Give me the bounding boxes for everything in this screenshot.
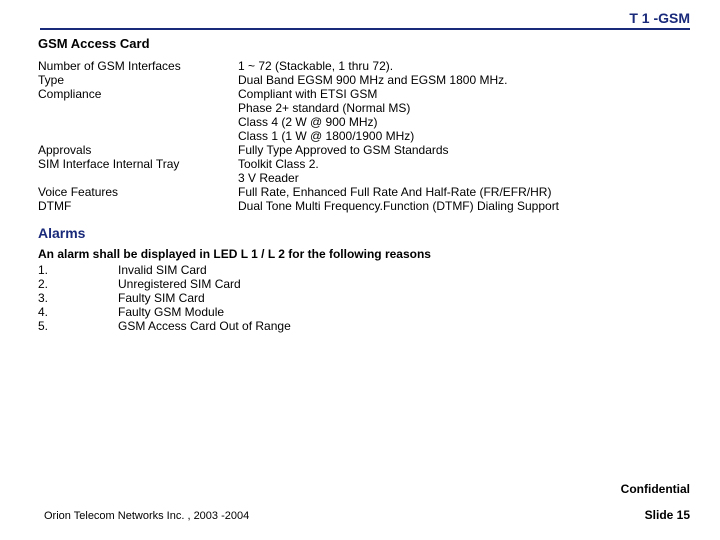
- spec-table: Number of GSM Interfaces1 ~ 72 (Stackabl…: [38, 59, 690, 213]
- spec-label: [38, 101, 238, 115]
- confidential-label: Confidential: [621, 482, 690, 496]
- spec-row: 3 V Reader: [38, 171, 690, 185]
- spec-label: DTMF: [38, 199, 238, 213]
- alarm-row: 1.Invalid SIM Card: [38, 263, 690, 277]
- section-title-gsm-access-card: GSM Access Card: [38, 36, 690, 51]
- spec-label: Compliance: [38, 87, 238, 101]
- alarm-text: Invalid SIM Card: [118, 263, 207, 277]
- spec-value: Dual Band EGSM 900 MHz and EGSM 1800 MHz…: [238, 73, 690, 87]
- alarm-row: 3.Faulty SIM Card: [38, 291, 690, 305]
- spec-value: Class 1 (1 W @ 1800/1900 MHz): [238, 129, 690, 143]
- spec-row: TypeDual Band EGSM 900 MHz and EGSM 1800…: [38, 73, 690, 87]
- spec-label: Approvals: [38, 143, 238, 157]
- spec-value: Fully Type Approved to GSM Standards: [238, 143, 690, 157]
- spec-label: [38, 171, 238, 185]
- alarm-number: 1.: [38, 263, 118, 277]
- spec-row: Class 4 (2 W @ 900 MHz): [38, 115, 690, 129]
- alarm-number: 2.: [38, 277, 118, 291]
- spec-value: Dual Tone Multi Frequency.Function (DTMF…: [238, 199, 690, 213]
- spec-value: Toolkit Class 2.: [238, 157, 690, 171]
- footer-slide-number: Slide 15: [645, 508, 690, 522]
- spec-value: Compliant with ETSI GSM: [238, 87, 690, 101]
- spec-label: [38, 129, 238, 143]
- alarm-number: 4.: [38, 305, 118, 319]
- alarms-intro: An alarm shall be displayed in LED L 1 /…: [38, 247, 690, 261]
- spec-row: DTMFDual Tone Multi Frequency.Function (…: [38, 199, 690, 213]
- alarm-row: 4.Faulty GSM Module: [38, 305, 690, 319]
- alarms-list: 1.Invalid SIM Card2.Unregistered SIM Car…: [30, 263, 690, 333]
- alarm-text: Faulty SIM Card: [118, 291, 205, 305]
- alarm-row: 2.Unregistered SIM Card: [38, 277, 690, 291]
- alarm-number: 3.: [38, 291, 118, 305]
- footer-company: Orion Telecom Networks Inc. , 2003 -2004: [44, 510, 249, 522]
- spec-row: Number of GSM Interfaces1 ~ 72 (Stackabl…: [38, 59, 690, 73]
- alarm-number: 5.: [38, 319, 118, 333]
- section-title-alarms: Alarms: [38, 225, 690, 241]
- alarm-text: GSM Access Card Out of Range: [118, 319, 291, 333]
- spec-label: Number of GSM Interfaces: [38, 59, 238, 73]
- alarm-text: Faulty GSM Module: [118, 305, 224, 319]
- spec-value: Phase 2+ standard (Normal MS): [238, 101, 690, 115]
- spec-value: Full Rate, Enhanced Full Rate And Half-R…: [238, 185, 690, 199]
- spec-row: Phase 2+ standard (Normal MS): [38, 101, 690, 115]
- alarm-row: 5.GSM Access Card Out of Range: [38, 319, 690, 333]
- spec-value: 1 ~ 72 (Stackable, 1 thru 72).: [238, 59, 690, 73]
- page-header: T 1 -GSM: [40, 10, 690, 30]
- spec-label: SIM Interface Internal Tray: [38, 157, 238, 171]
- alarm-text: Unregistered SIM Card: [118, 277, 241, 291]
- spec-row: ApprovalsFully Type Approved to GSM Stan…: [38, 143, 690, 157]
- spec-row: ComplianceCompliant with ETSI GSM: [38, 87, 690, 101]
- spec-label: [38, 115, 238, 129]
- spec-row: Class 1 (1 W @ 1800/1900 MHz): [38, 129, 690, 143]
- spec-row: Voice FeaturesFull Rate, Enhanced Full R…: [38, 185, 690, 199]
- spec-value: Class 4 (2 W @ 900 MHz): [238, 115, 690, 129]
- spec-row: SIM Interface Internal TrayToolkit Class…: [38, 157, 690, 171]
- spec-value: 3 V Reader: [238, 171, 690, 185]
- spec-label: Voice Features: [38, 185, 238, 199]
- spec-label: Type: [38, 73, 238, 87]
